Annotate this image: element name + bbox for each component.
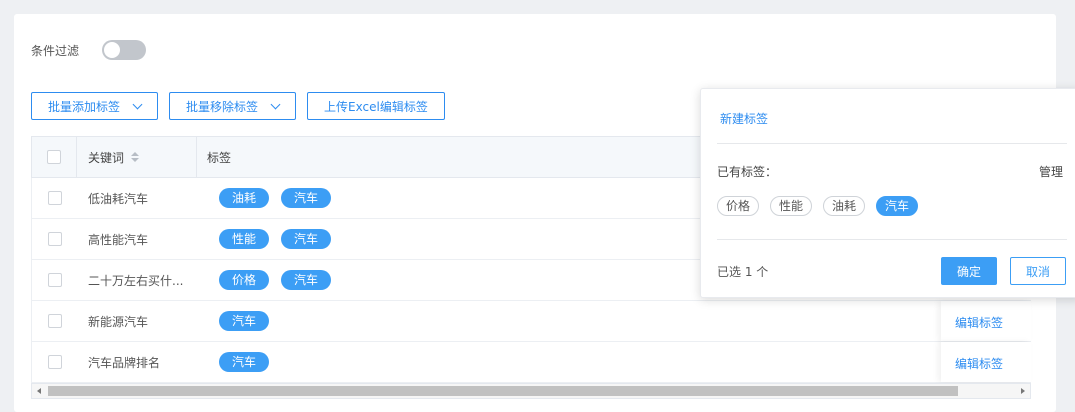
tag-chip: 汽车 (281, 229, 332, 249)
manage-tags-link[interactable]: 管理 (1039, 163, 1063, 180)
edit-tags-link[interactable]: 编辑标签 (955, 314, 1003, 331)
action-toolbar: 批量添加标签 批量移除标签 上传Excel编辑标签 (31, 92, 456, 120)
filter-row: 条件过滤 (31, 40, 147, 60)
tag-option[interactable]: 油耗 (823, 196, 866, 216)
confirm-button[interactable]: 确定 (941, 257, 997, 285)
keyword-cell: 新能源汽车 (88, 314, 149, 329)
chevron-down-icon (132, 99, 143, 109)
table-row: 新能源汽车 汽车 编辑标签 (31, 301, 1031, 342)
tags-header-label: 标签 (207, 150, 232, 165)
scroll-left-icon[interactable] (37, 388, 41, 394)
existing-tags-label: 已有标签： (717, 165, 778, 179)
tag-chip: 性能 (219, 229, 270, 249)
sort-icon[interactable] (131, 152, 140, 162)
new-tag-link[interactable]: 新建标签 (720, 110, 768, 127)
tag-chip: 汽车 (219, 311, 270, 331)
row-checkbox[interactable] (47, 314, 62, 328)
batch-remove-tags-button[interactable]: 批量移除标签 (169, 92, 297, 120)
upload-excel-button[interactable]: 上传Excel编辑标签 (307, 92, 445, 120)
tag-chip: 汽车 (219, 352, 270, 372)
tags-cell: 汽车 (197, 301, 1031, 341)
filter-label: 条件过滤 (31, 43, 80, 58)
upload-excel-label: 上传Excel编辑标签 (324, 99, 428, 114)
tag-chip: 汽车 (281, 188, 332, 208)
row-checkbox[interactable] (47, 273, 62, 287)
chevron-down-icon (270, 99, 281, 109)
row-checkbox[interactable] (47, 355, 62, 369)
tag-option[interactable]: 性能 (770, 196, 813, 216)
action-cell: 编辑标签 (941, 301, 1031, 341)
tag-option[interactable]: 价格 (717, 196, 760, 216)
keyword-header-label: 关键词 (88, 150, 125, 165)
tags-cell: 汽车 (197, 342, 1031, 382)
batch-add-tags-button[interactable]: 批量添加标签 (31, 92, 159, 120)
keyword-cell: 低油耗汽车 (88, 191, 149, 206)
selected-count: 已选 1 个 (717, 265, 769, 279)
keyword-cell: 高性能汽车 (88, 232, 149, 247)
keyword-cell: 二十万左右买什... (88, 273, 184, 288)
divider (717, 143, 1067, 144)
tag-chip: 价格 (219, 270, 270, 290)
horizontal-scrollbar[interactable] (31, 383, 1031, 399)
scrollbar-thumb[interactable] (48, 386, 958, 396)
header-check-cell (32, 137, 77, 177)
tag-chip: 汽车 (281, 270, 332, 290)
tag-option-selected[interactable]: 汽车 (876, 196, 919, 216)
row-checkbox[interactable] (47, 191, 62, 205)
action-cell: 编辑标签 (941, 342, 1031, 382)
divider (717, 239, 1067, 240)
edit-tags-link[interactable]: 编辑标签 (955, 355, 1003, 372)
table-row: 汽车品牌排名 汽车 编辑标签 (31, 342, 1031, 383)
keyword-cell: 汽车品牌排名 (88, 355, 161, 370)
existing-tags-list: 价格 性能 油耗 汽车 (717, 196, 929, 216)
row-checkbox[interactable] (47, 232, 62, 246)
tag-editor-popover: 新建标签 已有标签： 管理 价格 性能 油耗 汽车 已选 1 个 确定 取消 (700, 88, 1075, 298)
select-all-checkbox[interactable] (47, 150, 61, 164)
toggle-knob (104, 42, 121, 58)
batch-add-label: 批量添加标签 (48, 99, 121, 114)
keyword-column-header[interactable]: 关键词 (77, 137, 197, 177)
filter-toggle[interactable] (102, 40, 147, 60)
batch-remove-label: 批量移除标签 (186, 99, 259, 114)
tag-chip: 油耗 (219, 188, 270, 208)
scroll-right-icon[interactable] (1021, 388, 1025, 394)
cancel-button[interactable]: 取消 (1010, 257, 1066, 285)
